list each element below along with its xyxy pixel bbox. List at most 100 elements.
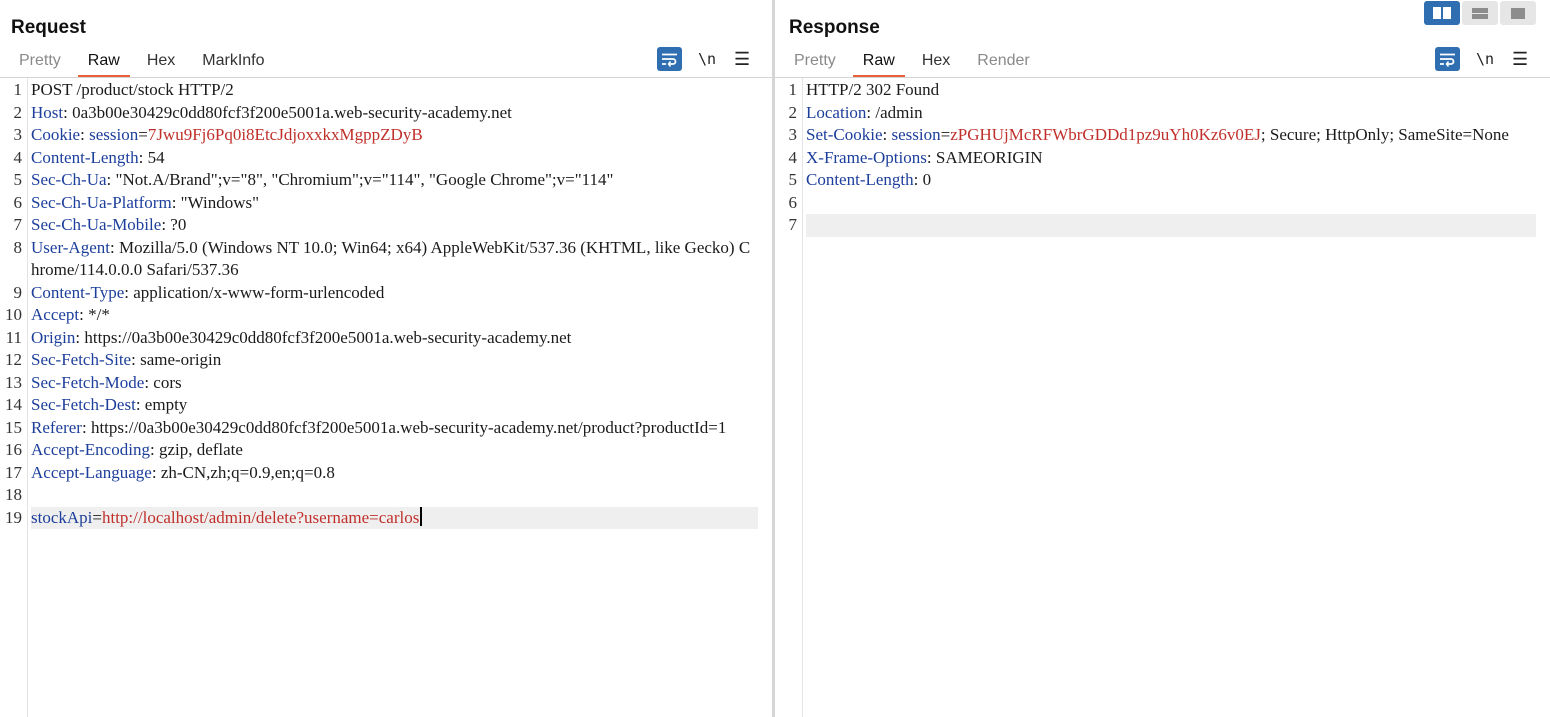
param-name: stockApi (31, 507, 93, 527)
line-number: 3 (13, 125, 23, 144)
header-value: "Windows" (180, 192, 260, 212)
tab-hex[interactable]: Hex (137, 48, 185, 77)
tab-markinfo[interactable]: MarkInfo (192, 48, 274, 77)
line-number: 13 (5, 372, 22, 392)
tab-hex[interactable]: Hex (912, 48, 960, 77)
header-value: */* (88, 305, 110, 324)
param-separator: = (92, 507, 102, 527)
code-line: 7 Sec-Ch-Ua-Mobile: ?0 (0, 214, 758, 237)
param-name: session (891, 125, 941, 144)
header-value: empty (144, 395, 188, 414)
line-number: 9 (13, 282, 23, 302)
header-name: Host (31, 102, 64, 122)
header-separator: : (926, 147, 936, 167)
header-name: Origin (31, 327, 76, 347)
line-number: 2 (13, 102, 23, 122)
tab-divider (0, 77, 772, 78)
code-line: 3 Set-Cookie: session=zPGHUjMcRFWbrGDDd1p… (775, 124, 1536, 147)
tab-render[interactable]: Render (967, 48, 1039, 77)
header-name: Accept-Language (31, 462, 152, 482)
header-value: https://0a3b00e30429c0dd80fcf3f200e5001a… (84, 327, 572, 347)
header-value: "Not.A/Brand";v="8", "Chromium";v="114",… (115, 170, 614, 189)
param-separator: = (138, 125, 148, 144)
header-separator: : (79, 305, 89, 324)
tab-pretty[interactable]: Pretty (784, 48, 846, 77)
header-value: SAMEORIGIN (935, 147, 1043, 167)
code-line: 8 User-Agent: Mozilla/5.0 (Windows NT 10.… (0, 237, 758, 282)
code-line: 6 Sec-Ch-Ua-Platform: "Windows" (0, 192, 758, 215)
header-value: same-origin (140, 350, 222, 369)
line-content: POST /product/stock HTTP/2 (31, 79, 758, 102)
request-title: Request (11, 17, 86, 38)
wrap-lines-icon[interactable] (1435, 47, 1460, 71)
code-line: 11 Origin: https://0a3b00e30429c0dd80fcf3… (0, 327, 758, 350)
hamburger-menu-icon[interactable]: ☰ (1512, 49, 1528, 70)
line-number: 1 (13, 80, 23, 99)
line-content: Content-Type: application/x-www-form-url… (31, 282, 758, 305)
code-line: 6​ (775, 192, 1536, 215)
line-content: ​ (31, 484, 758, 507)
line-number: 14 (5, 395, 22, 414)
code-line: 4 X-Frame-Options: SAMEORIGIN (775, 147, 1536, 170)
header-name: Sec-Fetch-Mode (31, 372, 145, 392)
header-name: Sec-Fetch-Site (31, 350, 132, 369)
param-value: 7Jwu9Fj6Pq0i8EtcJdjoxxkxMgppZDyB (147, 125, 423, 144)
line-number: 12 (5, 350, 22, 369)
code-line: 15 Referer: https://0a3b00e30429c0dd80fcf… (0, 417, 758, 440)
show-newlines-button[interactable]: \n (696, 50, 718, 68)
line-content: Sec-Ch-Ua: "Not.A/Brand";v="8", "Chromiu… (31, 169, 758, 192)
header-name: Accept (31, 305, 80, 324)
line-content: Sec-Ch-Ua-Mobile: ?0 (31, 214, 758, 237)
tab-raw[interactable]: Raw (852, 48, 905, 78)
header-value: 54 (147, 147, 165, 167)
header-separator: : (81, 417, 91, 437)
header-name: Referer (31, 417, 82, 437)
line-text: HTTP/2 302 Found (806, 80, 940, 99)
param-value: zPGHUjMcRFWbrGDDd1pz9uYh0Kz6v0EJ (950, 125, 1261, 144)
code-line: 2 Location: /admin (775, 102, 1536, 125)
tab-raw[interactable]: Raw (77, 48, 130, 78)
line-number: 16 (5, 440, 22, 459)
line-content: stockApi=http://localhost/admin/delete?u… (31, 506, 758, 529)
header-separator: : (151, 462, 161, 482)
code-line: 10 Accept: */* (0, 304, 758, 327)
header-value: Mozilla/5.0 (Windows NT 10.0; Win64; x64… (31, 237, 751, 280)
line-content: Accept-Language: zh-CN,zh;q=0.9,en;q=0.8 (31, 462, 758, 485)
wrap-lines-icon[interactable] (657, 47, 682, 71)
show-newlines-button[interactable]: \n (1474, 50, 1496, 68)
code-line: 7​ (775, 214, 1536, 237)
header-value: application/x-www-form-urlencoded (133, 282, 385, 302)
header-value-tail: ; Secure; HttpOnly; SameSite=None (1260, 125, 1509, 144)
header-separator: : (135, 395, 145, 414)
line-content: User-Agent: Mozilla/5.0 (Windows NT 10.0… (31, 237, 758, 282)
response-toolbar: \n ☰ (1435, 47, 1528, 71)
header-separator: : (913, 170, 923, 189)
line-content: Origin: https://0a3b00e30429c0dd80fcf3f2… (31, 327, 758, 350)
request-editor[interactable]: 1 POST /product/stock HTTP/2 2 Host: 0a3b00… (0, 79, 758, 529)
response-editor[interactable]: 1 HTTP/2 302 Found 2 Location: /admin 3 Set-C… (775, 79, 1536, 237)
header-value: 0 (922, 170, 932, 189)
header-name: Sec-Ch-Ua-Mobile (31, 215, 162, 234)
code-line: 2 Host: 0a3b00e30429c0dd80fcf3f200e5001a.… (0, 102, 758, 125)
tab-pretty[interactable]: Pretty (9, 48, 71, 77)
header-separator: : (149, 440, 159, 459)
line-number: 4 (788, 147, 798, 167)
line-content: Location: /admin (806, 102, 1536, 125)
code-line: 5 Content-Length: 0 (775, 169, 1536, 192)
response-title: Response (789, 17, 880, 38)
header-value: cors (153, 372, 182, 392)
code-line: 14 Sec-Fetch-Dest: empty (0, 394, 758, 417)
line-content: Content-Length: 0 (806, 169, 1536, 192)
line-number: 17 (5, 462, 22, 482)
line-number: 5 (788, 170, 798, 189)
hamburger-menu-icon[interactable]: ☰ (734, 49, 750, 70)
line-number: 18 (5, 485, 22, 504)
header-separator: : (144, 372, 154, 392)
header-separator: : (131, 350, 141, 369)
line-number: 1 (788, 80, 798, 99)
line-number: 2 (788, 102, 798, 122)
code-line: 16 Accept-Encoding: gzip, deflate (0, 439, 758, 462)
line-content: Sec-Fetch-Mode: cors (31, 372, 758, 395)
line-number: 5 (13, 170, 23, 189)
code-line: 19 stockApi=http://localhost/admin/delete… (0, 506, 758, 529)
